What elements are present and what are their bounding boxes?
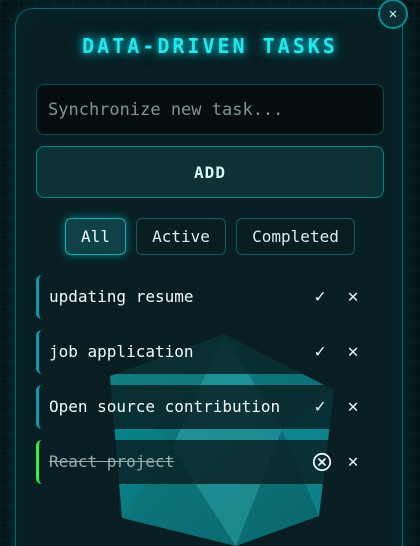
task-text: updating resume <box>49 287 194 306</box>
close-icon[interactable]: ✕ <box>342 341 364 363</box>
task-item: updating resume ✓ ✕ <box>36 275 374 319</box>
task-text: Open source contribution <box>49 397 281 416</box>
close-icon[interactable]: ✕ <box>342 286 364 308</box>
task-item: job application ✓ ✕ <box>36 330 374 374</box>
undo-icon[interactable] <box>312 452 332 472</box>
task-item-completed: React project ✕ <box>36 440 374 484</box>
add-task-button[interactable]: ADD <box>36 146 384 198</box>
app-title: DATA-DRIVEN TASKS <box>82 34 338 58</box>
close-icon[interactable]: ✕ <box>342 451 364 473</box>
filter-completed-button[interactable]: Completed <box>236 218 355 255</box>
close-icon[interactable]: ✕ <box>378 0 408 29</box>
check-icon[interactable]: ✓ <box>309 286 331 308</box>
check-icon[interactable]: ✓ <box>309 341 331 363</box>
filter-active-button[interactable]: Active <box>136 218 226 255</box>
task-text: React project <box>49 452 175 471</box>
task-text: job application <box>49 342 194 361</box>
task-item: Open source contribution ✓ ✕ <box>36 385 374 429</box>
close-icon[interactable]: ✕ <box>342 396 364 418</box>
filter-all-button[interactable]: All <box>65 218 126 255</box>
new-task-input[interactable] <box>36 84 384 135</box>
check-icon[interactable]: ✓ <box>309 396 331 418</box>
